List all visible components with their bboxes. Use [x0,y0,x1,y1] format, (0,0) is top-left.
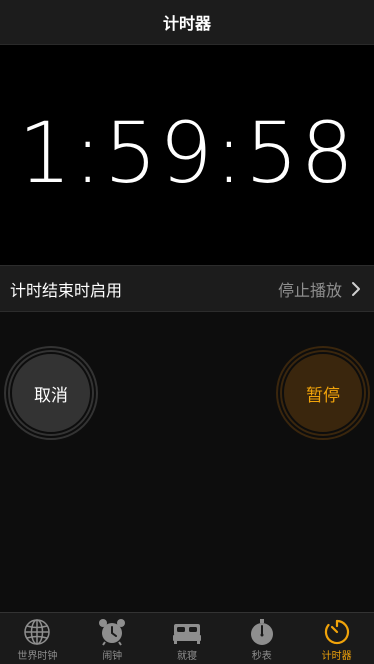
tab-bar: 世界时钟 闹钟 就寝 秒表 计时器 [0,612,374,664]
cancel-button[interactable]: 取消 [4,346,98,440]
bed-icon [172,624,201,644]
tab-label: 计时器 [321,651,352,662]
cancel-button-label: 取消 [34,385,68,406]
navigation-bar: 计时器 [0,0,374,45]
when-timer-ends-value-group: 停止播放 [278,277,362,301]
page-title: 计时器 [162,14,211,33]
tab-alarm[interactable]: 闹钟 [75,613,150,664]
when-timer-ends-value: 停止播放 [277,280,342,300]
tab-stopwatch[interactable]: 秒表 [224,613,299,664]
pause-button-label: 暂停 [306,385,340,406]
pause-button[interactable]: 暂停 [276,346,370,440]
alarm-clock-icon [99,619,126,646]
tab-label: 就寝 [176,651,197,662]
tab-world-clock[interactable]: 世界时钟 [0,613,75,664]
stopwatch-icon [250,619,273,645]
when-timer-ends-row[interactable]: 计时结束时启用 停止播放 [0,265,374,312]
when-timer-ends-label: 计时结束时启用 [10,280,123,300]
chevron-right-icon [352,281,360,296]
tab-label: 世界时钟 [17,651,58,662]
controls-area: 取消 暂停 [0,312,374,612]
timer-display-area: 1:59:58 [0,45,374,265]
countdown-time: 1:59:58 [18,104,356,202]
timer-icon [324,619,349,645]
tab-bedtime[interactable]: 就寝 [150,613,225,664]
tab-label: 秒表 [251,651,272,662]
globe-icon [24,619,51,645]
tab-label: 闹钟 [102,651,123,662]
tab-timer[interactable]: 计时器 [299,613,374,664]
